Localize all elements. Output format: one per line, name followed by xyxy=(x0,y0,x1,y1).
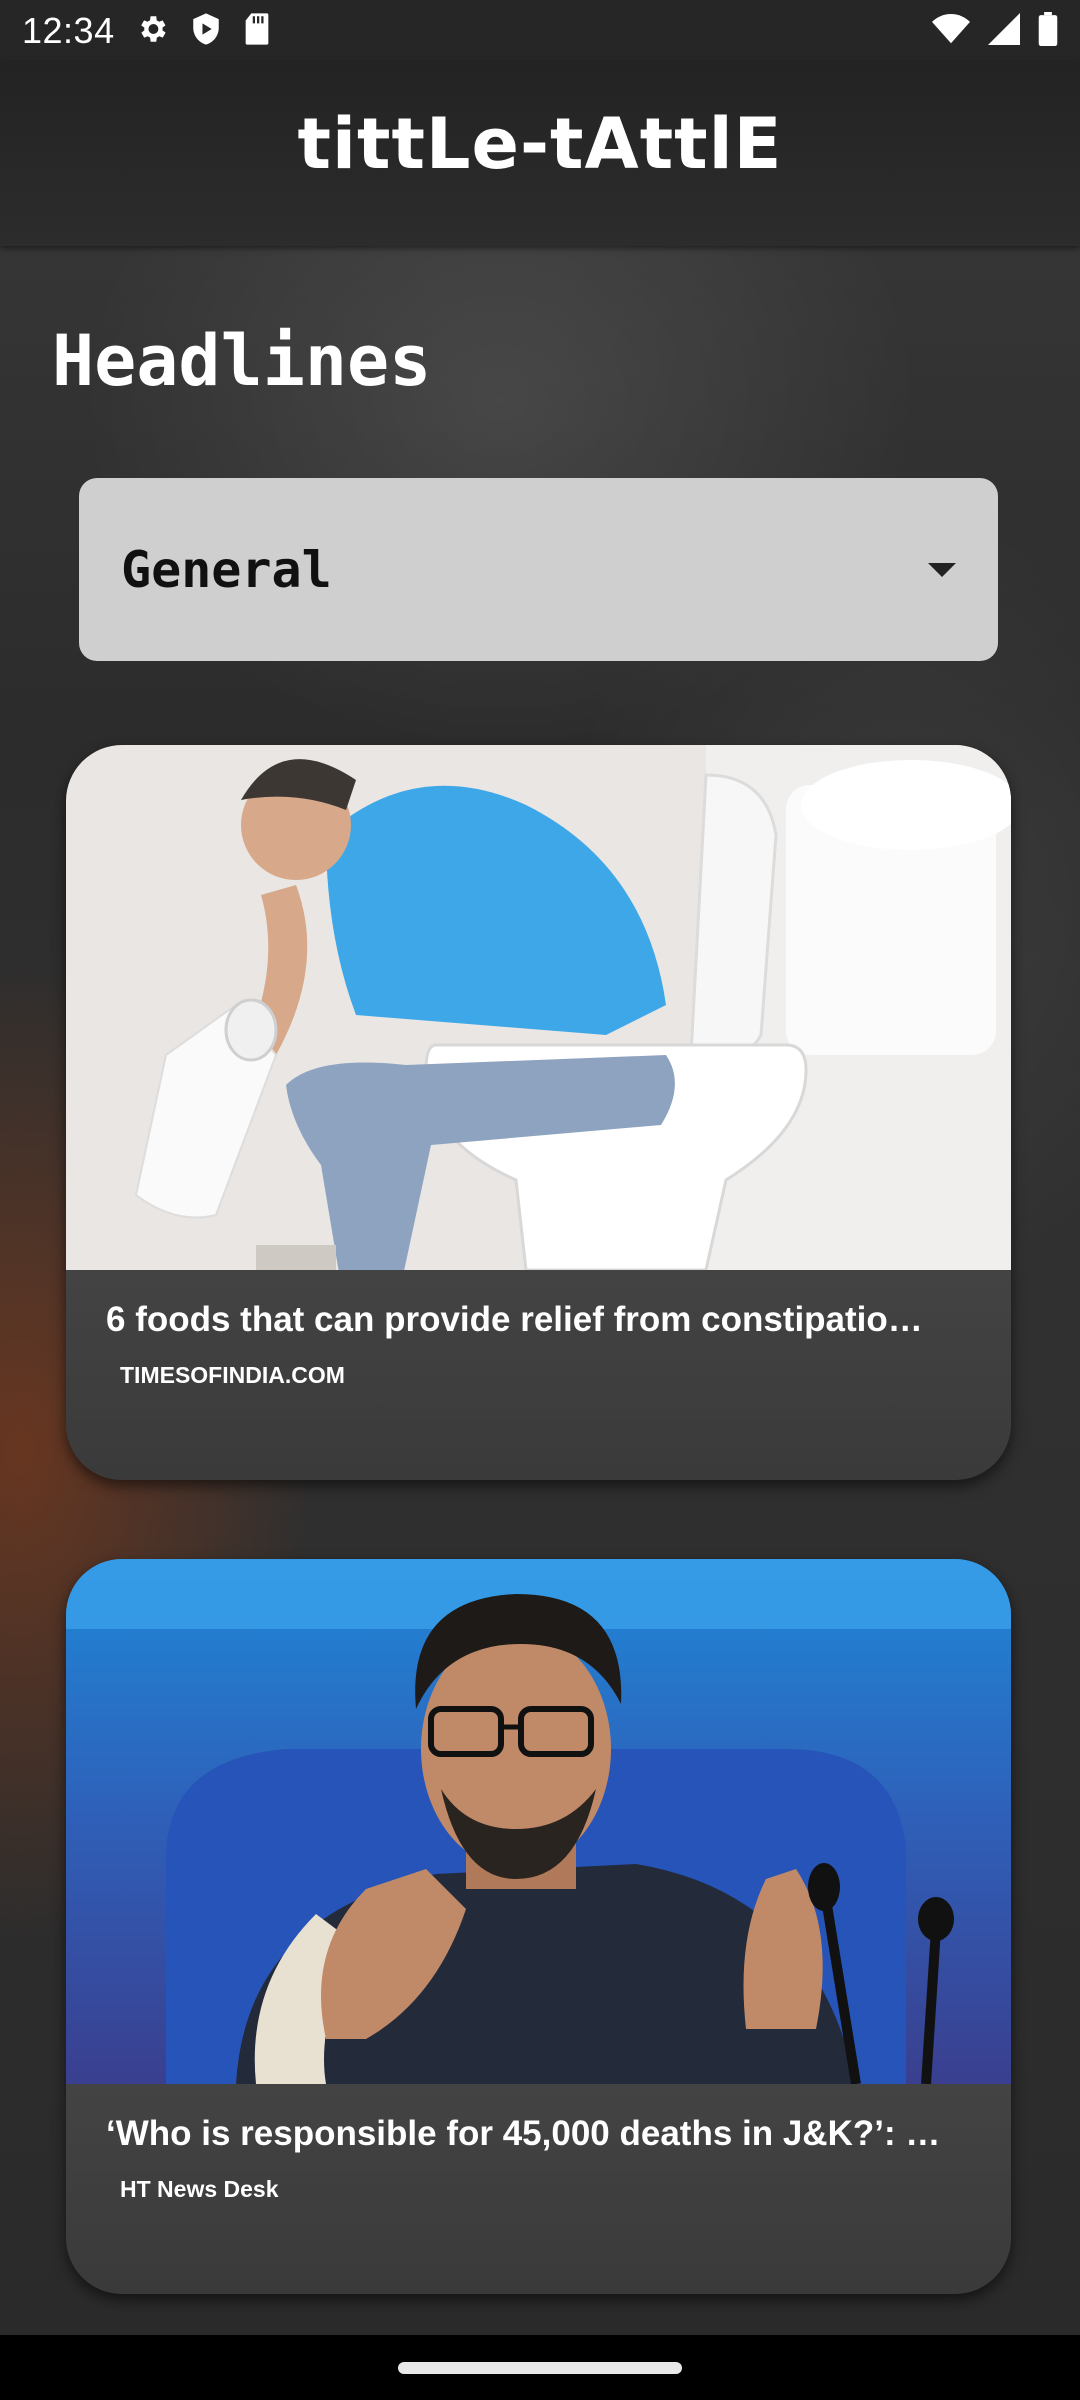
sd-card-icon xyxy=(243,12,271,51)
battery-icon xyxy=(1038,11,1058,51)
app-logo: tittLe-tAttlE xyxy=(297,103,783,185)
chevron-down-icon xyxy=(928,562,956,577)
wifi-icon xyxy=(932,13,970,50)
article-card[interactable]: 6 foods that can provide relief from con… xyxy=(66,745,1011,1480)
navigation-bar xyxy=(0,2335,1080,2400)
status-bar: 12:34 xyxy=(0,0,1080,62)
article-image[interactable] xyxy=(66,745,1011,1270)
page-title: Headlines xyxy=(52,320,432,402)
article-title[interactable]: ‘Who is responsible for 45,000 deaths in… xyxy=(106,2114,971,2154)
gesture-handle[interactable] xyxy=(398,2361,682,2374)
category-dropdown[interactable]: General xyxy=(79,478,998,661)
article-source: HT News Desk xyxy=(120,2176,279,2202)
article-photo-press-conference xyxy=(66,1559,1011,2084)
article-image[interactable] xyxy=(66,1559,1011,2084)
article-card[interactable]: ‘Who is responsible for 45,000 deaths in… xyxy=(66,1559,1011,2294)
settings-icon xyxy=(135,12,169,51)
article-photo-toilet xyxy=(66,745,1011,1270)
article-title[interactable]: 6 foods that can provide relief from con… xyxy=(106,1300,971,1340)
status-time: 12:34 xyxy=(22,10,115,51)
category-dropdown-value: General xyxy=(121,540,332,599)
article-source: TIMESOFINDIA.COM xyxy=(120,1362,345,1388)
play-protect-icon xyxy=(191,12,221,51)
signal-icon xyxy=(988,12,1020,50)
app-bar: tittLe-tAttlE xyxy=(0,62,1080,246)
